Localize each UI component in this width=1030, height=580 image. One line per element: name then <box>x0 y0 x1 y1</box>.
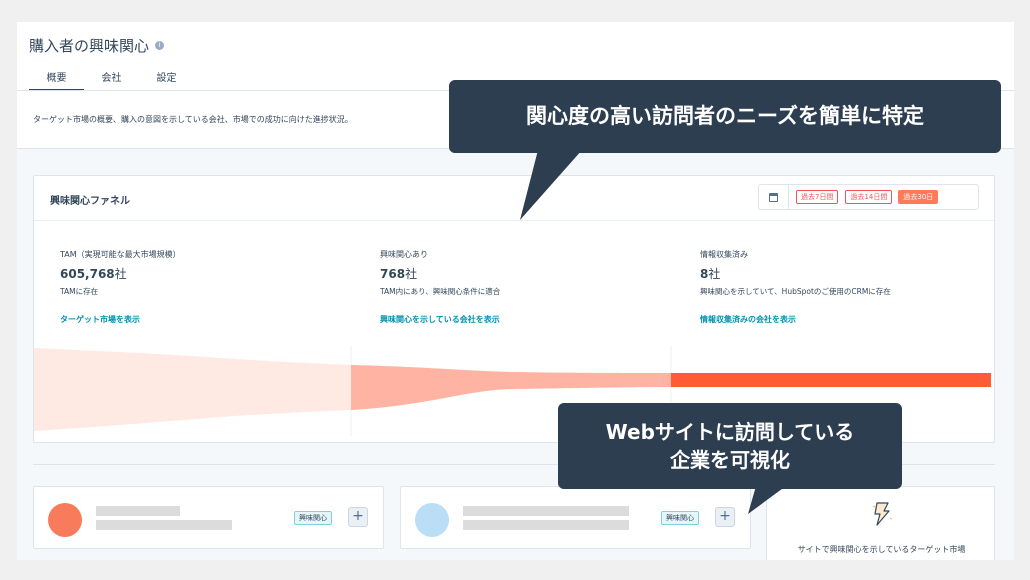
range-14-days-button[interactable]: 過去14日間 <box>845 190 893 204</box>
page-description: ターゲット市場の概要、購入の意図を示している会社、市場での成功に向けた進捗状況。 <box>33 115 353 124</box>
insight-card: サイトで興味関心を示しているターゲット市場 <box>766 486 995 560</box>
funnel-band-collected <box>671 373 991 387</box>
date-range-selector: 過去7日間 過去14日間 過去30日 <box>758 184 979 210</box>
company-card[interactable]: 興味関心 + <box>33 486 384 549</box>
stage-subtext: TAM内にあり、興味関心条件に適合 <box>380 287 501 296</box>
tab-overview[interactable]: 概要 <box>29 66 84 91</box>
range-30-days-button[interactable]: 過去30日 <box>898 190 939 204</box>
interest-badge: 興味関心 <box>661 511 699 525</box>
range-7-days-button[interactable]: 過去7日間 <box>796 190 839 204</box>
funnel-stage-collected: 情報収集済み 8社 興味関心を示していて、HubSpotのご使用のCRMに存在 … <box>700 249 1000 325</box>
company-avatar <box>48 503 82 537</box>
company-domain-placeholder <box>96 520 232 530</box>
callout-top-pointer <box>520 150 582 220</box>
funnel-title: 興味関心ファネル <box>50 196 130 207</box>
company-card[interactable]: 興味関心 + <box>400 486 751 549</box>
callout-bottom: Webサイトに訪問している 企業を可視化 <box>558 403 902 489</box>
calendar-icon[interactable] <box>759 185 789 209</box>
stage-value: 605,768社 <box>60 267 127 281</box>
lightning-bolt-icon <box>872 502 893 526</box>
tab-settings[interactable]: 設定 <box>139 66 194 91</box>
add-company-button[interactable]: + <box>348 507 368 527</box>
stage-label: TAM（実現可能な最大市場規模） <box>60 250 181 259</box>
stage-label: 興味関心あり <box>380 250 428 259</box>
company-name-placeholder <box>463 506 629 516</box>
interest-badge: 興味関心 <box>294 511 332 525</box>
funnel-band-tam <box>34 348 351 431</box>
stage-label: 情報収集済み <box>700 250 748 259</box>
funnel-stage-tam: TAM（実現可能な最大市場規模） 605,768社 TAMに存在 ターゲット市場… <box>60 249 360 325</box>
funnel-stage-interested: 興味関心あり 768社 TAM内にあり、興味関心条件に適合 興味関心を示している… <box>380 249 680 325</box>
company-avatar <box>415 503 449 537</box>
stage-value: 8社 <box>700 267 721 281</box>
tab-companies[interactable]: 会社 <box>84 66 139 91</box>
company-domain-placeholder <box>463 520 629 530</box>
stage-subtext: TAMに存在 <box>60 287 99 296</box>
tab-bar: 概要 会社 設定 <box>29 66 194 91</box>
stage-subtext: 興味関心を示していて、HubSpotのご使用のCRMに存在 <box>700 287 891 296</box>
callout-bottom-line2: 企業を可視化 <box>670 448 790 472</box>
callout-bottom-line1: Webサイトに訪問している <box>605 420 855 444</box>
page-title: 購入者の興味関心 i <box>29 35 165 56</box>
card-divider <box>34 220 994 221</box>
stage-value: 768社 <box>380 267 418 281</box>
insight-text: サイトで興味関心を示しているターゲット市場 <box>797 545 966 554</box>
callout-top: 関心度の高い訪問者のニーズを簡単に特定 <box>449 80 1001 153</box>
company-name-placeholder <box>96 506 180 516</box>
callout-bottom-pointer <box>748 486 786 514</box>
info-icon[interactable]: i <box>155 41 165 50</box>
add-company-button[interactable]: + <box>715 507 735 527</box>
page-title-text: 購入者の興味関心 <box>29 37 150 55</box>
